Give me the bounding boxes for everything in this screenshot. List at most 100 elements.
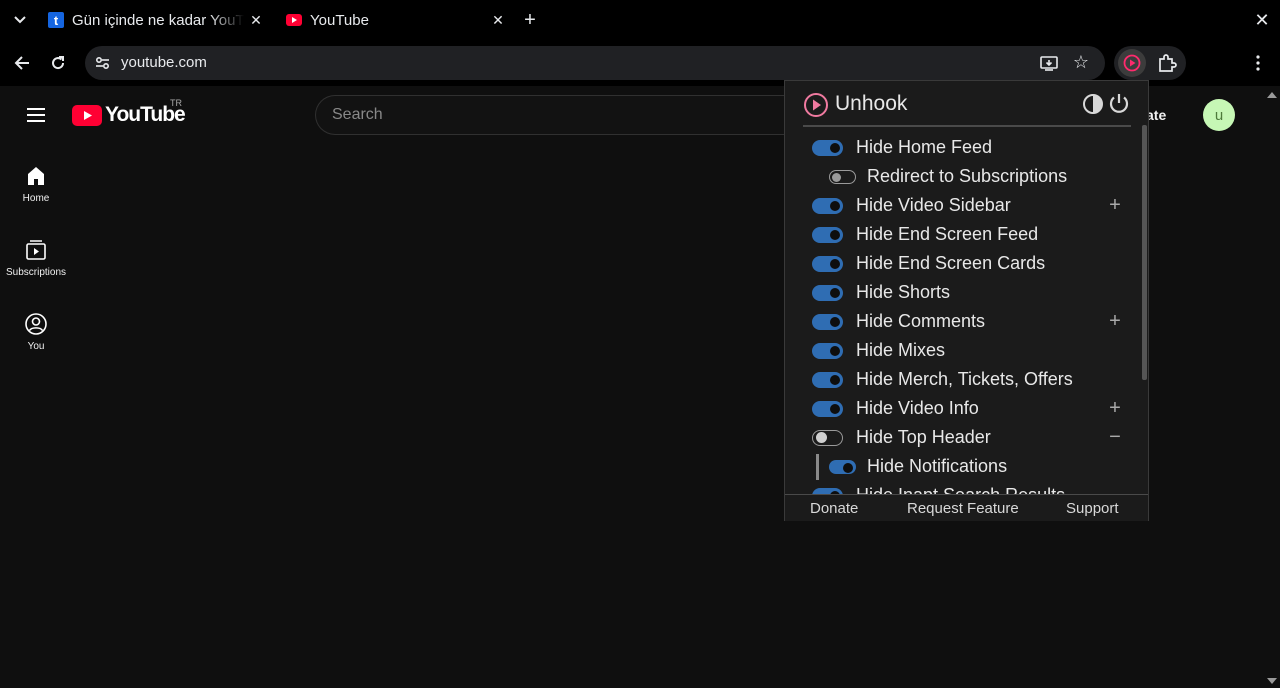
toggle-switch[interactable] — [812, 197, 843, 214]
url-text[interactable]: youtube.com — [121, 54, 207, 71]
search-placeholder: Search — [332, 106, 383, 123]
toggle-switch[interactable] — [829, 169, 856, 184]
expand-plus-icon[interactable]: + — [1107, 398, 1123, 418]
tab-search-dropdown[interactable] — [8, 8, 32, 32]
sub-option-indicator — [816, 454, 819, 480]
reload-icon — [52, 56, 65, 70]
bookmark-star-icon[interactable]: ☆ — [1071, 52, 1091, 72]
unhook-popup: Unhook Hide Home Feed Redirect to Subscr… — [784, 80, 1149, 521]
request-feature-link[interactable]: Request Feature — [907, 500, 1019, 517]
option-hide-comments[interactable]: Hide Comments — [812, 307, 985, 336]
tumblr-t-icon: t — [48, 12, 64, 28]
create-button-label[interactable]: ate — [1146, 107, 1166, 123]
back-arrow-icon — [14, 56, 29, 70]
tab-strip: t Gün içinde ne kadar YouTube ✕ YouTube … — [0, 0, 1280, 40]
unhook-logo-icon — [804, 93, 828, 117]
option-hide-top-header[interactable]: Hide Top Header — [812, 423, 991, 452]
close-tab-icon[interactable]: ✕ — [244, 8, 268, 32]
unhook-extension-button[interactable] — [1118, 49, 1146, 77]
option-label: Hide Comments — [856, 311, 986, 331]
window-close-button[interactable]: ✕ — [1250, 8, 1274, 32]
option-label: Hide Video Info — [856, 398, 979, 418]
tab-youtube[interactable]: YouTube ✕ — [278, 4, 512, 36]
address-bar[interactable]: youtube.com ☆ — [85, 46, 1105, 80]
toggle-switch[interactable] — [812, 255, 843, 272]
expand-plus-icon[interactable]: + — [1107, 311, 1123, 331]
back-button[interactable] — [8, 49, 36, 77]
scroll-up-arrow-icon[interactable] — [1266, 90, 1278, 100]
extensions-puzzle-icon[interactable] — [1156, 52, 1178, 74]
option-label: Hide Inapt Search Results — [856, 485, 1065, 494]
extensions-group — [1114, 46, 1186, 80]
option-label: Hide Home Feed — [856, 137, 993, 157]
option-hide-end-screen-cards[interactable]: Hide End Screen Cards — [812, 249, 1045, 278]
option-label: Hide Top Header — [856, 427, 991, 447]
option-label: Hide Shorts — [856, 282, 951, 302]
option-label: Hide Notifications — [867, 456, 1008, 476]
toggle-switch[interactable] — [812, 226, 843, 243]
hamburger-menu-icon[interactable] — [24, 103, 48, 127]
tab-title: Gün içinde ne kadar YouTube — [72, 11, 244, 29]
nav-label: Subscriptions — [5, 267, 67, 278]
chevron-down-icon — [14, 16, 26, 24]
youtube-play-logo-icon — [72, 104, 102, 126]
option-label: Hide End Screen Cards — [856, 253, 1046, 273]
country-code: TR — [170, 98, 182, 108]
option-hide-inapt-search-results[interactable]: Hide Inapt Search Results — [812, 481, 1065, 494]
option-label: Hide Video Sidebar — [856, 195, 1011, 215]
toggle-switch[interactable] — [812, 342, 843, 359]
tab-tumblr[interactable]: t Gün içinde ne kadar YouTube ✕ — [40, 4, 270, 36]
popup-scrollbar[interactable] — [1142, 125, 1147, 380]
chrome-menu-button[interactable] — [1244, 49, 1272, 77]
power-icon[interactable] — [1107, 92, 1131, 116]
collapse-minus-icon[interactable]: − — [1107, 427, 1123, 447]
close-tab-icon[interactable]: ✕ — [486, 8, 510, 32]
nav-item-you[interactable]: You — [0, 312, 72, 372]
option-redirect-to-subscriptions[interactable]: Redirect to Subscriptions — [829, 162, 1067, 191]
donate-link[interactable]: Donate — [810, 500, 858, 517]
option-hide-mixes[interactable]: Hide Mixes — [812, 336, 945, 365]
new-tab-button[interactable]: + — [518, 8, 542, 32]
search-input[interactable]: Search — [315, 95, 815, 135]
popup-header: Unhook — [803, 89, 1131, 127]
popup-title: Unhook — [835, 92, 908, 115]
option-hide-notifications[interactable]: Hide Notifications — [829, 452, 1007, 481]
you-icon — [25, 313, 47, 335]
unhook-icon — [1123, 54, 1141, 72]
site-settings-icon[interactable] — [93, 53, 113, 73]
expand-plus-icon[interactable]: + — [1107, 195, 1123, 215]
options-list: Hide Home Feed Redirect to Subscriptions… — [785, 131, 1140, 494]
scroll-down-arrow-icon[interactable] — [1266, 676, 1278, 686]
youtube-icon — [286, 12, 302, 28]
kebab-menu-icon — [1256, 55, 1260, 71]
toggle-switch[interactable] — [812, 313, 843, 330]
tab-title: YouTube — [310, 11, 369, 29]
option-label: Hide End Screen Feed — [856, 224, 1039, 244]
option-label: Hide Mixes — [856, 340, 946, 360]
option-hide-merch-tickets-offers[interactable]: Hide Merch, Tickets, Offers — [812, 365, 1073, 394]
youtube-logo[interactable]: YouTube TR — [72, 98, 186, 126]
toggle-switch[interactable] — [812, 400, 843, 417]
toggle-switch[interactable] — [812, 284, 843, 301]
nav-label: You — [27, 341, 45, 352]
option-hide-video-sidebar[interactable]: Hide Video Sidebar — [812, 191, 1011, 220]
toggle-switch[interactable] — [812, 429, 843, 446]
option-hide-home-feed[interactable]: Hide Home Feed — [812, 133, 992, 162]
nav-label: Home — [22, 193, 50, 204]
avatar[interactable]: u — [1203, 99, 1235, 131]
support-link[interactable]: Support — [1066, 500, 1119, 517]
toggle-switch[interactable] — [829, 459, 856, 474]
toggle-switch[interactable] — [812, 139, 843, 156]
theme-toggle-icon[interactable] — [1082, 93, 1104, 115]
toggle-switch[interactable] — [812, 371, 843, 388]
install-app-icon[interactable] — [1039, 53, 1059, 73]
option-label: Redirect to Subscriptions — [867, 166, 1068, 186]
popup-footer: Donate Request Feature Support — [785, 494, 1148, 521]
nav-item-home[interactable]: Home — [0, 164, 72, 224]
nav-item-subscriptions[interactable]: Subscriptions — [0, 238, 72, 298]
option-hide-video-info[interactable]: Hide Video Info — [812, 394, 979, 423]
option-hide-shorts[interactable]: Hide Shorts — [812, 278, 950, 307]
home-icon — [28, 167, 44, 185]
option-hide-end-screen-feed[interactable]: Hide End Screen Feed — [812, 220, 1038, 249]
reload-button[interactable] — [44, 49, 72, 77]
